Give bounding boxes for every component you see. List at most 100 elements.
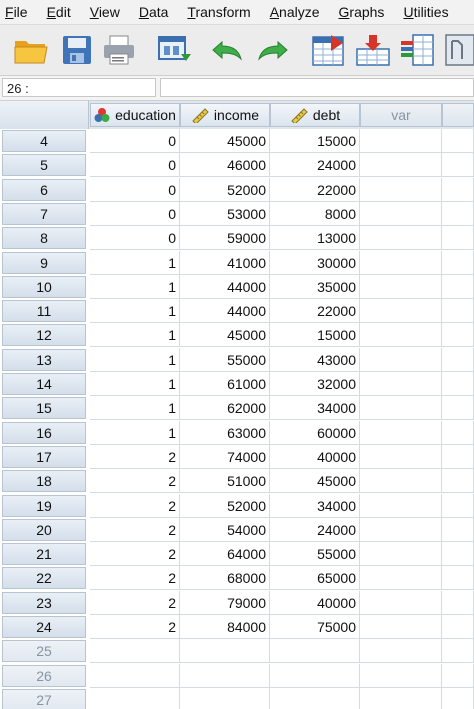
- cell-var[interactable]: [360, 542, 442, 567]
- cell-income[interactable]: 52000: [180, 177, 270, 202]
- cell-income[interactable]: 62000: [180, 396, 270, 421]
- cell-var[interactable]: [360, 201, 442, 226]
- cell-var[interactable]: [442, 663, 474, 688]
- save-icon[interactable]: [58, 31, 96, 69]
- cell-income[interactable]: 41000: [180, 250, 270, 275]
- cell-debt[interactable]: 15000: [270, 129, 360, 153]
- cell-value-input[interactable]: [160, 78, 474, 97]
- cell-education[interactable]: 2: [90, 444, 180, 469]
- cell-income[interactable]: [180, 687, 270, 709]
- cell-education[interactable]: 1: [90, 372, 180, 396]
- row-number[interactable]: 21: [2, 543, 86, 566]
- cell-income[interactable]: 53000: [180, 201, 270, 226]
- cell-var[interactable]: [442, 347, 474, 372]
- cell-education[interactable]: 0: [90, 177, 180, 202]
- column-header-var-next[interactable]: [442, 103, 474, 127]
- menu-transform[interactable]: Transform: [182, 4, 250, 20]
- cell-var[interactable]: [442, 590, 474, 615]
- cell-income[interactable]: 68000: [180, 566, 270, 591]
- cell-var[interactable]: [442, 687, 474, 709]
- open-folder-icon[interactable]: [12, 31, 50, 69]
- column-header-education[interactable]: education: [90, 103, 180, 127]
- cell-education[interactable]: 1: [90, 396, 180, 421]
- menu-graphs[interactable]: Graphs: [334, 4, 385, 20]
- row-number[interactable]: 12: [2, 324, 86, 347]
- cell-var[interactable]: [360, 517, 442, 542]
- cell-debt[interactable]: [270, 687, 360, 709]
- cell-education[interactable]: 0: [90, 201, 180, 226]
- cell-var[interactable]: [442, 542, 474, 567]
- row-number[interactable]: 16: [2, 421, 86, 444]
- row-number[interactable]: 18: [2, 470, 86, 493]
- cell-income[interactable]: 61000: [180, 372, 270, 396]
- cell-debt[interactable]: 22000: [270, 177, 360, 202]
- menu-analyze[interactable]: Analyze: [265, 4, 320, 20]
- dialog-recall-icon[interactable]: [156, 31, 194, 69]
- menu-utilities[interactable]: Utilities: [398, 4, 448, 20]
- cell-debt[interactable]: 40000: [270, 590, 360, 615]
- cell-var[interactable]: [442, 396, 474, 421]
- cell-var[interactable]: [360, 639, 442, 664]
- goto-case-icon[interactable]: [310, 31, 348, 69]
- print-icon[interactable]: [100, 31, 138, 69]
- cell-education[interactable]: 0: [90, 226, 180, 251]
- cell-income[interactable]: 84000: [180, 615, 270, 639]
- cell-debt[interactable]: [270, 663, 360, 688]
- menu-edit[interactable]: Edit: [42, 4, 71, 20]
- cell-var[interactable]: [442, 153, 474, 178]
- cell-education[interactable]: [90, 639, 180, 664]
- variables-icon[interactable]: [398, 31, 436, 69]
- cell-income[interactable]: 64000: [180, 542, 270, 567]
- cell-education[interactable]: 2: [90, 493, 180, 518]
- row-number[interactable]: 22: [2, 567, 86, 590]
- cell-var[interactable]: [360, 274, 442, 299]
- redo-icon[interactable]: [254, 31, 292, 69]
- row-number[interactable]: 10: [2, 275, 86, 298]
- cell-var[interactable]: [360, 372, 442, 396]
- cell-var[interactable]: [442, 615, 474, 639]
- cell-education[interactable]: 1: [90, 323, 180, 348]
- cell-education[interactable]: 2: [90, 566, 180, 591]
- cell-income[interactable]: 52000: [180, 493, 270, 518]
- cell-education[interactable]: 2: [90, 469, 180, 494]
- cell-debt[interactable]: 24000: [270, 153, 360, 178]
- cell-income[interactable]: 44000: [180, 274, 270, 299]
- cell-income[interactable]: 54000: [180, 517, 270, 542]
- cell-income[interactable]: 79000: [180, 590, 270, 615]
- cell-var[interactable]: [360, 420, 442, 445]
- cell-income[interactable]: 45000: [180, 323, 270, 348]
- cell-debt[interactable]: 60000: [270, 420, 360, 445]
- cell-var[interactable]: [360, 323, 442, 348]
- cell-var[interactable]: [442, 177, 474, 202]
- cell-var[interactable]: [360, 299, 442, 324]
- cell-income[interactable]: 44000: [180, 299, 270, 324]
- cell-var[interactable]: [360, 396, 442, 421]
- row-number[interactable]: 15: [2, 397, 86, 420]
- cell-debt[interactable]: 30000: [270, 250, 360, 275]
- cell-var[interactable]: [360, 469, 442, 494]
- cell-income[interactable]: 63000: [180, 420, 270, 445]
- row-number[interactable]: 7: [2, 202, 86, 225]
- row-number[interactable]: 23: [2, 591, 86, 614]
- row-number[interactable]: 8: [2, 227, 86, 250]
- cell-var[interactable]: [442, 566, 474, 591]
- cell-education[interactable]: 1: [90, 299, 180, 324]
- row-number[interactable]: 5: [2, 154, 86, 177]
- cell-var[interactable]: [442, 517, 474, 542]
- cell-debt[interactable]: 22000: [270, 299, 360, 324]
- row-number[interactable]: 4: [2, 130, 86, 152]
- cell-var[interactable]: [360, 615, 442, 639]
- cell-var[interactable]: [442, 323, 474, 348]
- cell-debt[interactable]: 34000: [270, 493, 360, 518]
- column-header-income[interactable]: income: [180, 103, 270, 127]
- cell-debt[interactable]: 40000: [270, 444, 360, 469]
- cell-debt[interactable]: 43000: [270, 347, 360, 372]
- cell-income[interactable]: 55000: [180, 347, 270, 372]
- cell-education[interactable]: [90, 687, 180, 709]
- cell-var[interactable]: [360, 347, 442, 372]
- split-file-icon[interactable]: [442, 31, 474, 69]
- row-number[interactable]: 19: [2, 494, 86, 517]
- cell-var[interactable]: [442, 226, 474, 251]
- cell-var[interactable]: [442, 372, 474, 396]
- undo-icon[interactable]: [208, 31, 246, 69]
